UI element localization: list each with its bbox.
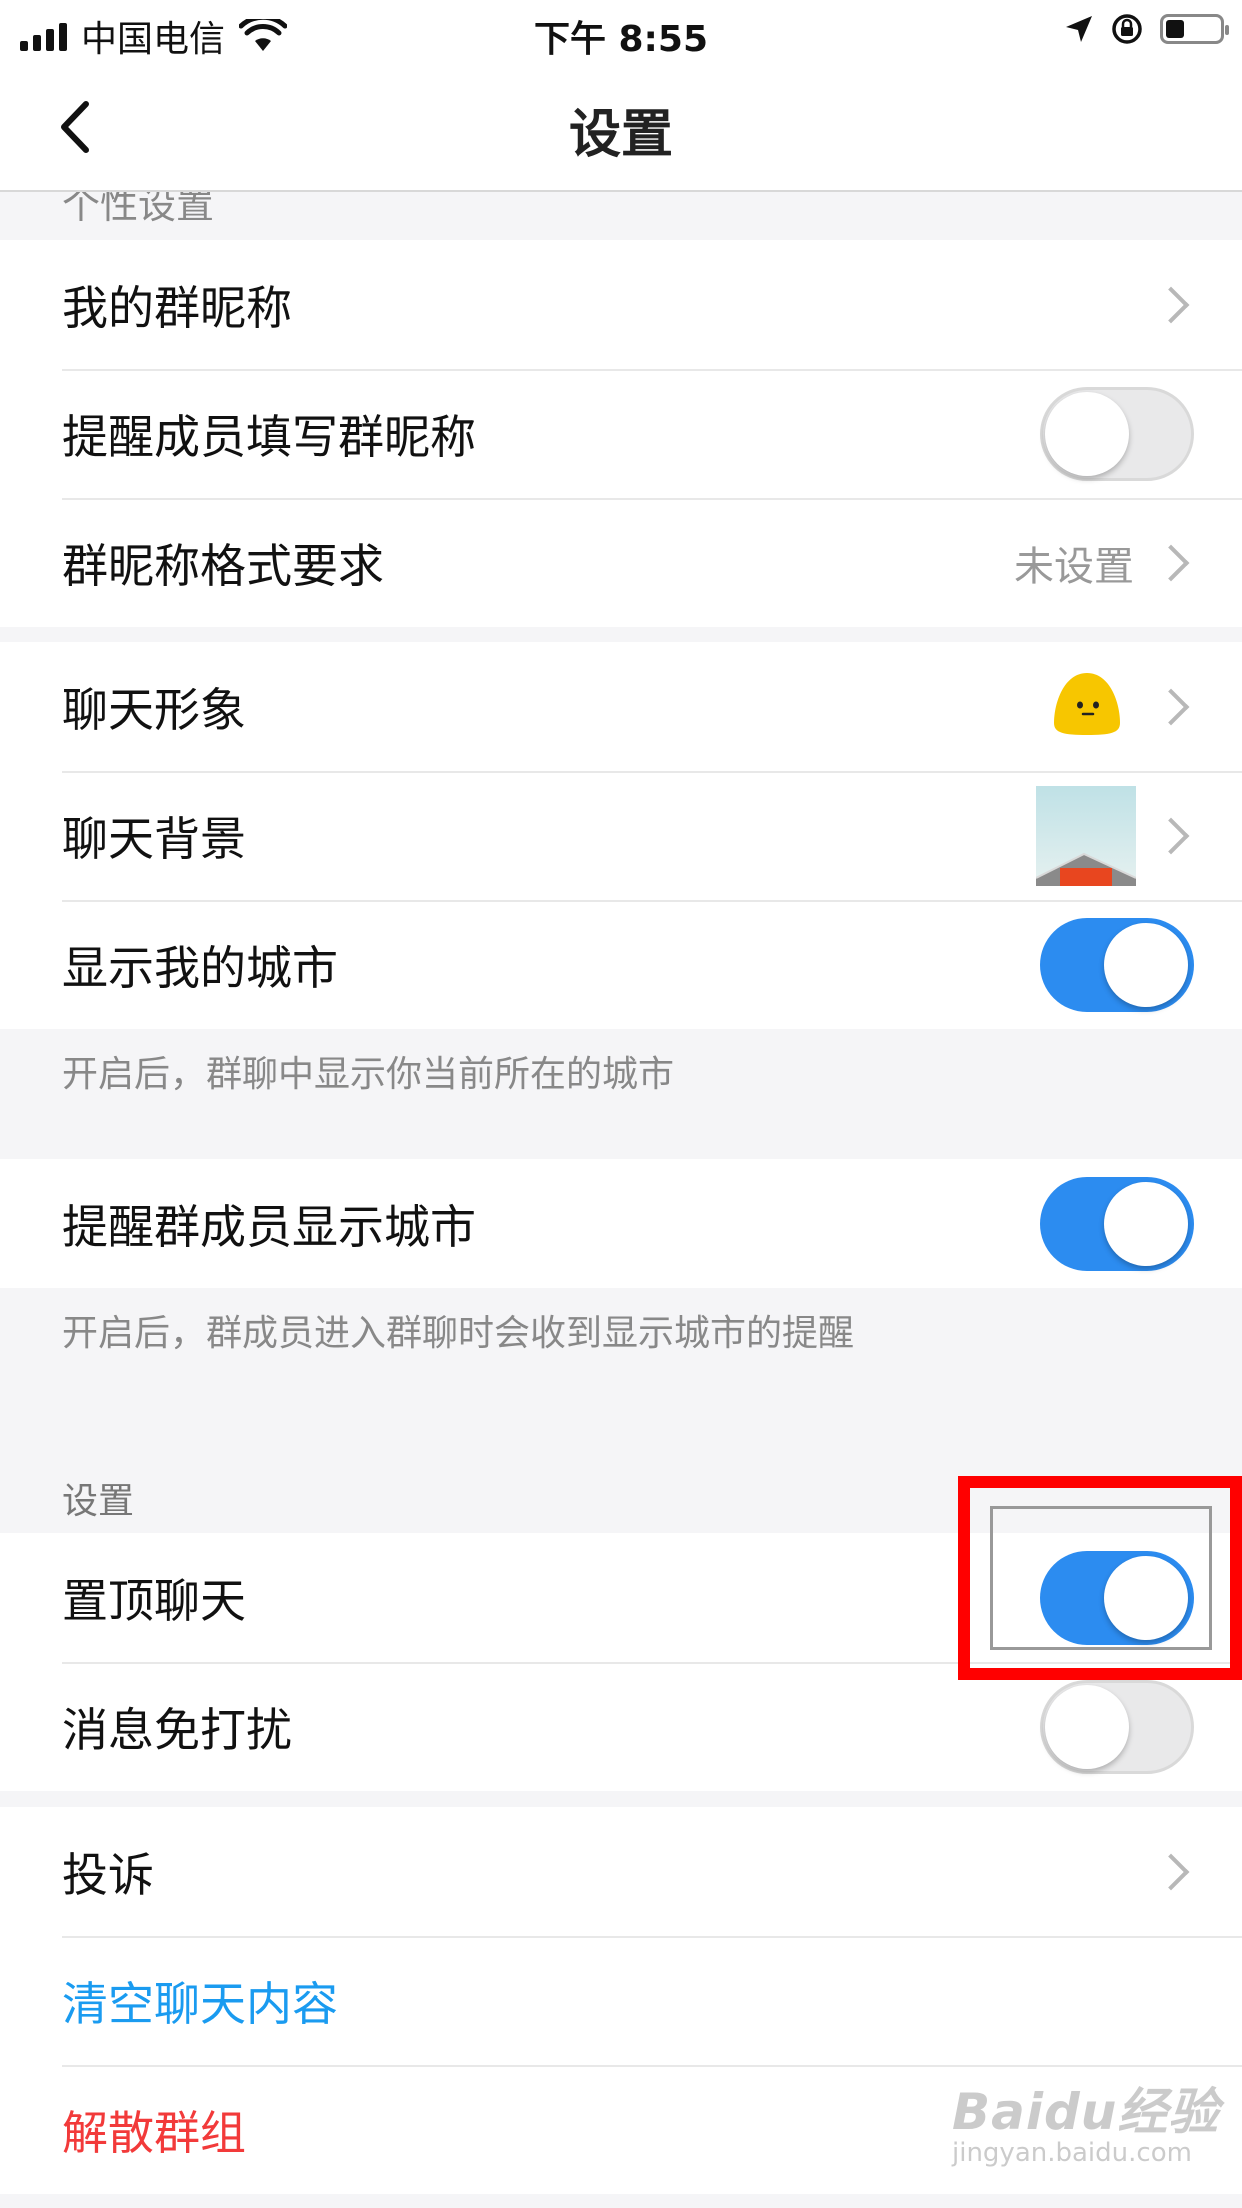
remind-city-description: 开启后，群成员进入群聊时会收到显示城市的提醒 <box>62 1313 855 1354</box>
row-label: 消息免打扰 <box>62 1702 292 1757</box>
show-city-description: 开启后，群聊中显示你当前所在的城市 <box>62 1054 675 1095</box>
chevron-right-icon <box>1152 1853 1190 1890</box>
row-label: 聊天形象 <box>62 682 246 737</box>
row-label: 聊天背景 <box>62 811 246 866</box>
row-label: 置顶聊天 <box>62 1573 246 1628</box>
battery-icon <box>1160 14 1229 44</box>
chat-avatar-image <box>1054 672 1120 735</box>
chat-background-thumbnail <box>1036 785 1136 886</box>
show-city-toggle[interactable] <box>1040 917 1194 1012</box>
row-chat-avatar[interactable]: 聊天形象 <box>0 642 1242 771</box>
row-remind-nickname: 提醒成员填写群昵称 <box>0 369 1242 498</box>
dissolve-group-button[interactable]: 解散群组 <box>62 2097 246 2163</box>
navigation-bar: 设置 <box>0 62 1242 192</box>
row-show-city: 显示我的城市 <box>0 900 1242 1029</box>
baidu-watermark: Baidu经验 jingyan.baidu.com <box>952 2072 1219 2168</box>
row-label: 显示我的城市 <box>62 940 338 995</box>
row-label: 群昵称格式要求 <box>62 538 384 593</box>
section-nickname: 我的群昵称 提醒成员填写群昵称 群昵称格式要求 未设置 <box>0 240 1242 627</box>
section-header-personal: 个性设置 <box>0 192 1242 240</box>
row-chat-background[interactable]: 聊天背景 <box>0 771 1242 900</box>
row-clear-chat[interactable]: 清空聊天内容 <box>0 1936 1242 2065</box>
row-label: 我的群昵称 <box>62 280 292 335</box>
clear-chat-button[interactable]: 清空聊天内容 <box>62 1968 338 2034</box>
watermark-url: jingyan.baidu.com <box>952 2138 1192 2168</box>
row-label: 提醒成员填写群昵称 <box>62 409 476 464</box>
section-appearance: 聊天形象 聊天背景 显示我的城市 <box>0 642 1242 1029</box>
nickname-format-value: 未设置 <box>1014 543 1134 590</box>
chevron-right-icon <box>1152 817 1190 854</box>
section-remind-city: 提醒群成员显示城市 <box>0 1159 1242 1288</box>
remind-city-toggle[interactable] <box>1040 1176 1194 1271</box>
row-report[interactable]: 投诉 <box>0 1807 1242 1936</box>
rotation-lock-icon <box>1112 14 1142 44</box>
chevron-right-icon <box>1152 688 1190 725</box>
chevron-right-icon <box>1152 286 1190 323</box>
row-remind-city: 提醒群成员显示城市 <box>0 1159 1242 1288</box>
row-nickname-format[interactable]: 群昵称格式要求 未设置 <box>0 498 1242 627</box>
chevron-right-icon <box>1152 544 1190 581</box>
do-not-disturb-toggle[interactable] <box>1040 1679 1194 1774</box>
location-arrow-icon <box>1066 16 1092 42</box>
highlight-inner-frame <box>990 1506 1212 1650</box>
row-do-not-disturb: 消息免打扰 <box>0 1662 1242 1791</box>
remind-nickname-toggle[interactable] <box>1040 386 1194 481</box>
row-label: 投诉 <box>62 1847 154 1902</box>
status-time: 下午 8:55 <box>533 19 709 60</box>
row-label: 提醒群成员显示城市 <box>62 1199 476 1254</box>
section-header-settings: 设置 <box>62 1481 135 1522</box>
row-group-nickname[interactable]: 我的群昵称 <box>0 240 1242 369</box>
status-bar: 中国电信 下午 8:55 <box>0 0 1242 62</box>
watermark-brand: Baidu经验 <box>952 2083 1220 2141</box>
page-title: 设置 <box>568 105 673 165</box>
